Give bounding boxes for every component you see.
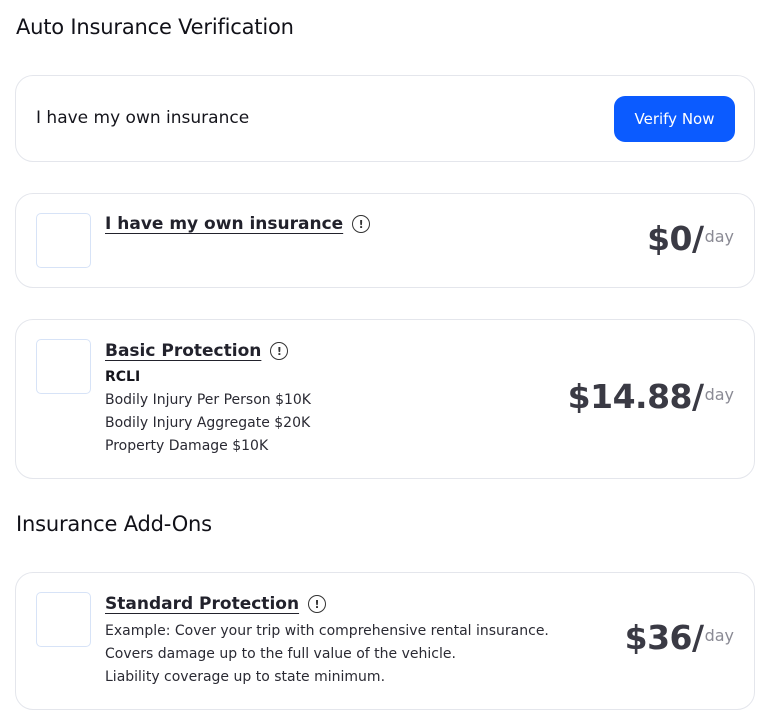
basic-protection-title-row: Basic Protection ! <box>105 341 289 361</box>
verify-now-button[interactable]: Verify Now <box>614 96 735 142</box>
detail-line: Bodily Injury Per Person $10K <box>105 392 311 408</box>
price-unit: day <box>704 227 734 246</box>
price-unit: day <box>704 385 734 404</box>
section-title-auto-insurance: Auto Insurance Verification <box>16 15 294 39</box>
basic-protection-checkbox[interactable] <box>36 339 91 394</box>
standard-protection-option-card[interactable]: Standard Protection ! Example: Cover you… <box>15 572 755 710</box>
standard-protection-checkbox[interactable] <box>36 592 91 647</box>
own-insurance-title-row: I have my own insurance ! <box>105 214 371 234</box>
basic-protection-price: $14.88/ day <box>568 377 734 416</box>
own-insurance-checkbox[interactable] <box>36 213 91 268</box>
basic-protection-details: RCLI Bodily Injury Per Person $10K Bodil… <box>105 366 311 458</box>
own-insurance-option-card[interactable]: I have my own insurance ! $0/ day <box>15 193 755 288</box>
detail-line: Example: Cover your trip with comprehens… <box>105 623 549 639</box>
price-amount: $36/ <box>624 618 704 657</box>
own-insurance-price: $0/ day <box>647 219 734 258</box>
verify-label: I have my own insurance <box>36 108 250 128</box>
basic-protection-title[interactable]: Basic Protection <box>105 341 261 361</box>
standard-protection-details: Example: Cover your trip with comprehens… <box>105 620 549 689</box>
info-icon[interactable]: ! <box>270 342 289 360</box>
detail-line: Liability coverage up to state minimum. <box>105 669 386 685</box>
verify-insurance-card: I have my own insurance Verify Now <box>15 75 755 162</box>
detail-line: Bodily Injury Aggregate $20K <box>105 415 311 431</box>
detail-line: Covers damage up to the full value of th… <box>105 646 456 662</box>
own-insurance-title[interactable]: I have my own insurance <box>105 214 343 234</box>
section-title-add-ons: Insurance Add-Ons <box>16 512 212 536</box>
standard-protection-price: $36/ day <box>625 618 734 657</box>
price-amount: $0/ <box>647 219 704 258</box>
standard-protection-title-row: Standard Protection ! <box>105 594 327 614</box>
info-icon[interactable]: ! <box>308 595 327 613</box>
detail-line: Property Damage $10K <box>105 438 269 454</box>
basic-protection-option-card[interactable]: Basic Protection ! RCLI Bodily Injury Pe… <box>15 319 755 479</box>
price-amount: $14.88/ <box>567 377 704 416</box>
detail-line: RCLI <box>105 369 141 385</box>
standard-protection-title[interactable]: Standard Protection <box>105 594 299 614</box>
price-unit: day <box>704 626 734 645</box>
info-icon[interactable]: ! <box>352 215 371 233</box>
